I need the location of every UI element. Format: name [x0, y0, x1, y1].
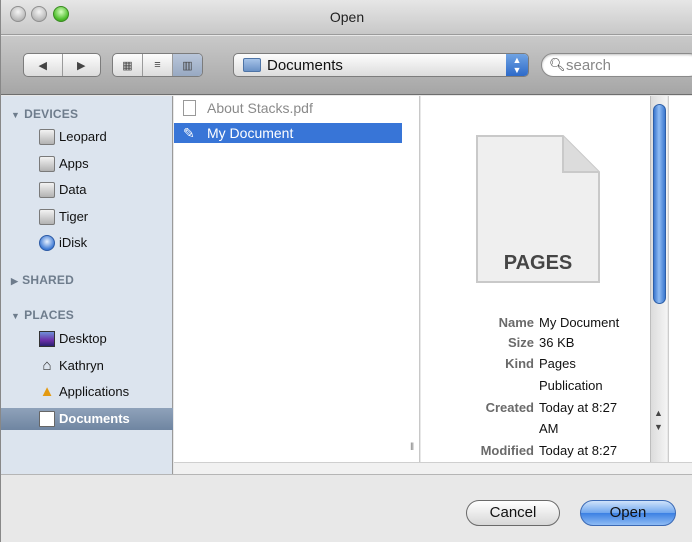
sidebar-item-documents[interactable]: Documents [1, 408, 173, 430]
horizontal-scrollbar[interactable] [174, 462, 692, 474]
back-button[interactable]: ◀ [24, 54, 63, 76]
file-row-about-stacks[interactable]: About Stacks.pdf [174, 98, 402, 118]
idisk-icon [39, 235, 55, 251]
cancel-button[interactable]: Cancel [466, 500, 560, 526]
column-resize-handle[interactable]: ǁ [410, 442, 414, 453]
open-dialog: Open ◀ ▶ ▦ ≡ ▥ Documents ▲ ▼ 🔍︎ search ▼ D… [0, 0, 692, 542]
search-placeholder: search [566, 57, 612, 74]
arrow-left-icon: ◀ [38, 59, 47, 72]
arrow-right-icon: ▶ [77, 59, 86, 72]
documents-icon [39, 411, 55, 427]
file-column: About Stacks.pdf ✎ My Document ǁ [174, 96, 420, 462]
location-popup[interactable]: Documents ▲ ▼ [233, 53, 529, 77]
shared-header[interactable]: ▶ SHARED [11, 273, 74, 287]
column-view-button[interactable]: ▥ [173, 54, 202, 76]
window-title: Open [329, 9, 365, 25]
disclosure-closed-icon: ▶ [11, 276, 19, 286]
sidebar-item-apps[interactable]: Apps [1, 153, 173, 175]
back-forward-control: ◀ ▶ [23, 53, 101, 77]
sidebar-item-applications[interactable]: ▲ Applications [1, 381, 173, 403]
scroll-up-icon[interactable]: ▲ [654, 408, 663, 418]
desktop-icon [39, 331, 55, 347]
hard-drive-icon [39, 182, 55, 198]
preview-pane: PAGES Name My Document Size 36 KB Kind Page… [421, 96, 650, 462]
sidebar-item-kathryn[interactable]: ⌂ Kathryn [1, 355, 173, 377]
file-row-my-document[interactable]: ✎ My Document [174, 123, 402, 143]
open-button[interactable]: Open [580, 500, 676, 526]
sidebar-item-data[interactable]: Data [1, 179, 173, 201]
pdf-file-icon [183, 100, 196, 116]
vertical-scrollbar[interactable]: ▲ ▼ [650, 96, 667, 462]
hard-drive-icon [39, 129, 55, 145]
disclosure-open-icon: ▼ [11, 311, 21, 321]
scrollbar-thumb[interactable] [653, 104, 666, 304]
forward-button[interactable]: ▶ [63, 54, 101, 76]
sidebar-item-desktop[interactable]: Desktop [1, 328, 173, 350]
pages-file-icon: ✎ [183, 125, 195, 141]
search-field[interactable]: 🔍︎ search [541, 53, 692, 77]
document-kind-badge: PAGES [503, 252, 573, 274]
view-mode-control: ▦ ≡ ▥ [112, 53, 203, 77]
toolbar: ◀ ▶ ▦ ≡ ▥ Documents ▲ ▼ 🔍︎ search [1, 36, 692, 95]
column-view-icon: ▥ [182, 59, 193, 72]
popup-stepper-icon: ▲ ▼ [506, 54, 528, 76]
sidebar-item-leopard[interactable]: Leopard [1, 126, 173, 148]
list-view-icon: ≡ [154, 59, 161, 71]
hard-drive-icon [39, 156, 55, 172]
applications-icon: ▲ [39, 383, 55, 400]
next-column-edge [668, 96, 692, 462]
home-icon: ⌂ [42, 357, 52, 374]
title-bar: Open [1, 0, 692, 35]
sidebar-item-idisk[interactable]: iDisk [1, 232, 173, 254]
scroll-down-icon[interactable]: ▼ [654, 422, 663, 432]
sidebar-item-tiger[interactable]: Tiger [1, 206, 173, 228]
button-bar: Cancel Open [1, 474, 692, 542]
list-view-button[interactable]: ≡ [143, 54, 173, 76]
devices-header[interactable]: ▼ DEVICES [11, 107, 78, 121]
magnifier-icon: 🔍︎ [549, 57, 566, 72]
sidebar: ▼ DEVICES Leopard Apps Data Tiger iDisk ▶… [1, 96, 173, 474]
disclosure-open-icon: ▼ [11, 110, 21, 120]
places-header[interactable]: ▼ PLACES [11, 308, 74, 322]
location-label: Documents [267, 57, 343, 74]
icon-view-icon: ▦ [122, 59, 133, 72]
folder-icon [243, 58, 261, 72]
icon-view-button[interactable]: ▦ [113, 54, 143, 76]
hard-drive-icon [39, 209, 55, 225]
